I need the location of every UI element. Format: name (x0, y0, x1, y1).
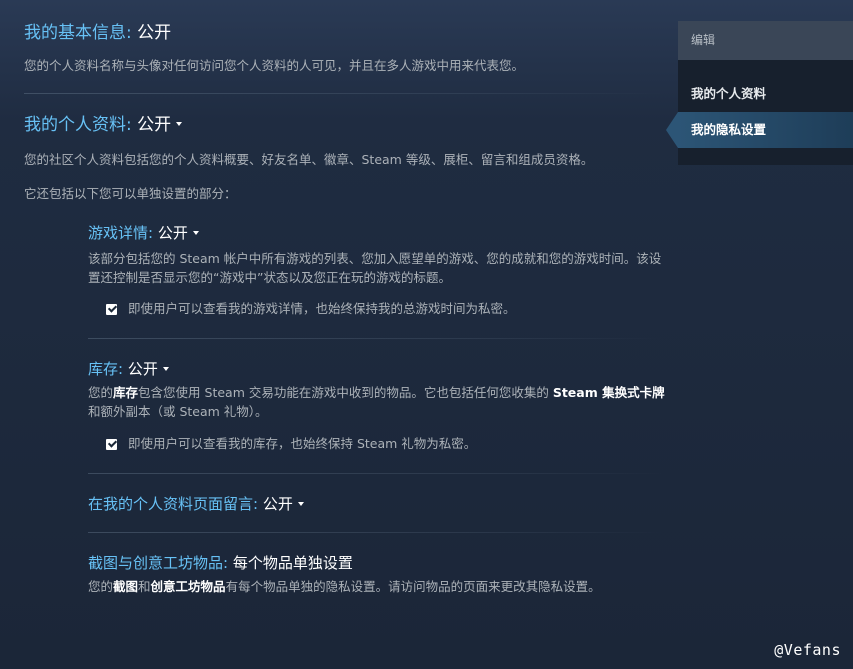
screenshots-desc-text: 有每个物品单独的隐私设置。请访问物品的页面来更改其隐私设置。 (225, 579, 601, 594)
inventory-description: 您的库存包含您使用 Steam 交易功能在游戏中收到的物品。它也包括任何您收集的… (88, 383, 666, 421)
chevron-down-icon (192, 230, 199, 235)
comments-privacy-dropdown[interactable]: 公开 (263, 495, 304, 513)
comments-label: 在我的个人资料页面留言: (88, 495, 259, 513)
sidebar-nav: 编辑 我的个人资料 我的隐私设置 (666, 21, 853, 165)
inventory-checkbox[interactable] (106, 438, 117, 450)
profile-privacy-dropdown[interactable]: 公开 (137, 115, 183, 135)
comments-value: 公开 (262, 495, 293, 513)
basic-info-value: 公开 (137, 23, 172, 43)
basic-info-title: 我的基本信息: 公开 (24, 22, 171, 44)
inventory-checkbox-label: 即使用户可以查看我的库存，也始终保持 Steam 礼物为私密。 (128, 436, 477, 451)
inventory-value: 公开 (127, 360, 158, 378)
inventory-desc-text: 包含您使用 Steam 交易功能在游戏中收到的物品。它也包括任何您收集的 (138, 385, 553, 400)
screenshots-desc-bold: 截图 (113, 579, 139, 594)
screenshots-description: 您的截图和创意工坊物品有每个物品单独的隐私设置。请访问物品的页面来更改其隐私设置… (88, 577, 678, 596)
profile-value: 公开 (137, 115, 172, 135)
divider (24, 93, 664, 94)
game-details-value: 公开 (157, 224, 188, 242)
inventory-privacy-dropdown[interactable]: 公开 (128, 360, 169, 378)
screenshots-title: 截图与创意工坊物品: 每个物品单独设置 (88, 553, 353, 573)
profile-label: 我的个人资料: (24, 115, 132, 135)
game-details-checkbox-row[interactable]: 即使用户可以查看我的游戏详情，也始终保持我的总游戏时间为私密。 (106, 300, 516, 318)
screenshots-desc-bold: 创意工坊物品 (150, 579, 226, 594)
profile-description: 您的社区个人资料包括您的个人资料概要、好友名单、徽章、Steam 等级、展柜、留… (24, 152, 594, 167)
screenshots-value: 每个物品单独设置 (232, 554, 353, 572)
game-details-checkbox-label: 即使用户可以查看我的游戏详情，也始终保持我的总游戏时间为私密。 (128, 301, 516, 316)
inventory-desc-text: 和额外副本（或 Steam 礼物）。 (88, 404, 268, 419)
inventory-title: 库存: 公开 (88, 359, 169, 379)
inventory-desc-bold: 库存 (113, 385, 139, 400)
screenshots-label: 截图与创意工坊物品: (88, 554, 229, 572)
game-details-label: 游戏详情: (88, 224, 154, 242)
inventory-checkbox-row[interactable]: 即使用户可以查看我的库存，也始终保持 Steam 礼物为私密。 (106, 435, 476, 453)
game-details-description: 该部分包括您的 Steam 帐户中所有游戏的列表、您加入愿望单的游戏、您的成就和… (88, 251, 662, 285)
chevron-down-icon (162, 366, 169, 371)
inventory-label: 库存: (88, 360, 124, 378)
sidebar-item-my-profile[interactable]: 我的个人资料 (678, 76, 853, 112)
inventory-desc-text: 您的 (88, 385, 114, 400)
active-indicator-arrow (666, 112, 678, 148)
sidebar-header: 编辑 (678, 21, 853, 60)
sidebar-item-label: 我的隐私设置 (691, 122, 767, 137)
game-details-privacy-dropdown[interactable]: 公开 (158, 224, 199, 242)
divider (88, 532, 664, 533)
divider (88, 473, 664, 474)
watermark: @Vefans (774, 641, 841, 659)
game-details-checkbox[interactable] (106, 303, 117, 315)
divider (88, 338, 664, 339)
profile-title: 我的个人资料: 公开 (24, 114, 183, 136)
chevron-down-icon (297, 501, 304, 506)
screenshots-desc-text: 您的 (88, 579, 114, 594)
screenshots-desc-text: 和 (138, 579, 151, 594)
sidebar-item-label: 我的个人资料 (691, 86, 767, 101)
sidebar-item-privacy-settings[interactable]: 我的隐私设置 (666, 112, 853, 148)
basic-info-label: 我的基本信息: (24, 23, 132, 43)
basic-info-description: 您的个人资料名称与头像对任何访问您个人资料的人可见，并且在多人游戏中用来代表您。 (24, 58, 525, 73)
inventory-desc-bold: Steam 集换式卡牌 (552, 385, 665, 400)
game-details-title: 游戏详情: 公开 (88, 223, 199, 243)
chevron-down-icon (176, 122, 183, 126)
profile-sub-intro: 它还包括以下您可以单独设置的部分： (24, 186, 237, 201)
comments-title: 在我的个人资料页面留言: 公开 (88, 494, 304, 514)
